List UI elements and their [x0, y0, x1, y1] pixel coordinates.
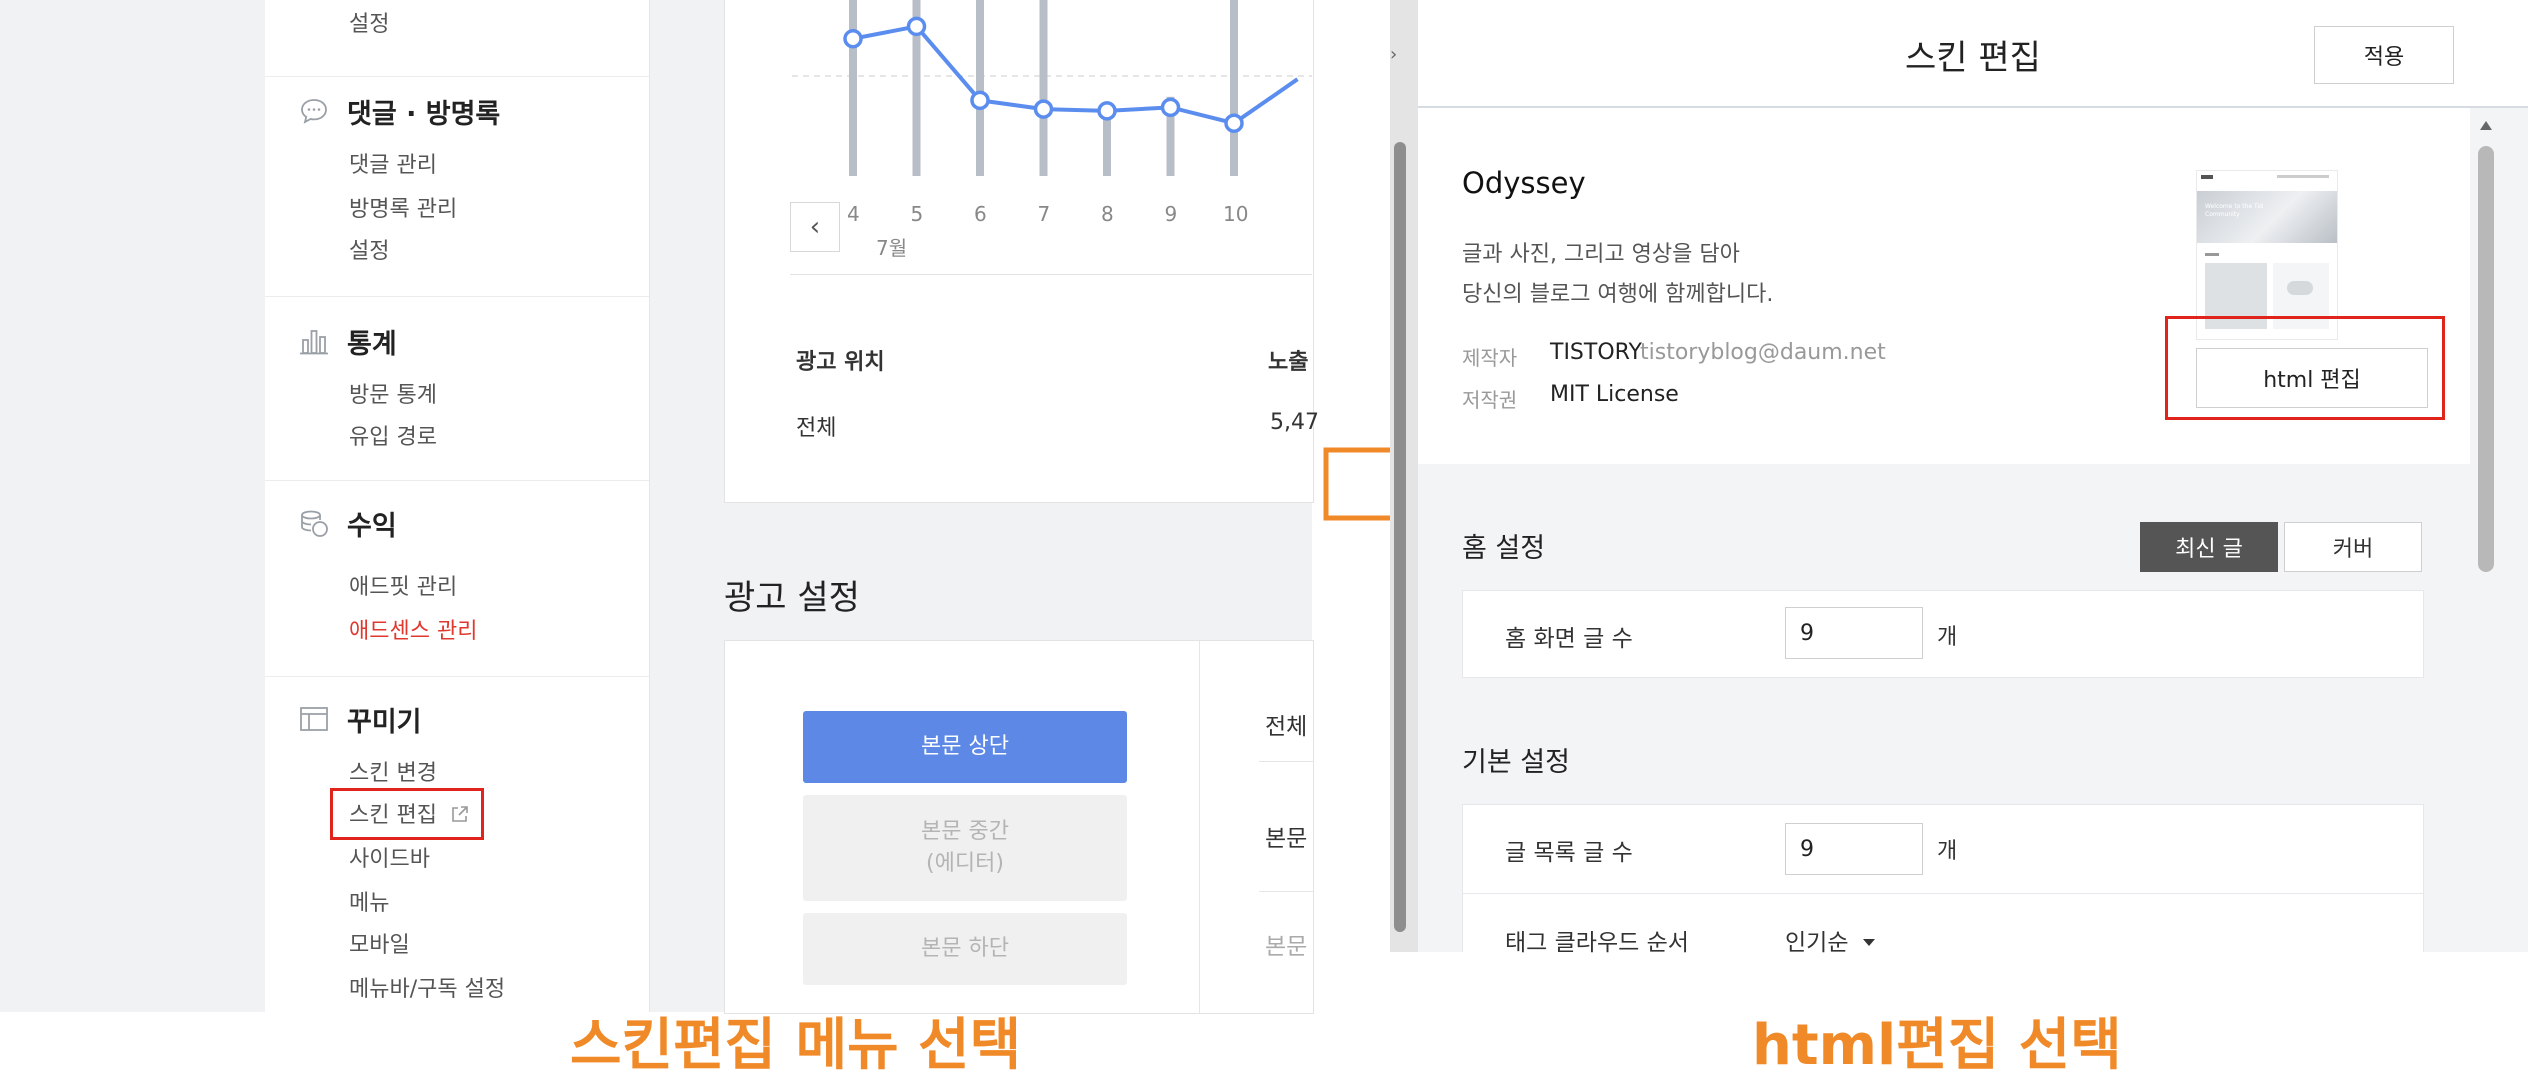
sidebar-item-comment-manage[interactable]: 댓글 관리 [349, 147, 437, 179]
chart-x-tick: 5 [910, 202, 924, 226]
tag-order-value: 인기순 [1785, 930, 1849, 956]
chart-x-tick: 7 [1037, 202, 1051, 226]
chart-x-tick: 10 [1223, 202, 1249, 226]
sidebar-item-adfit[interactable]: 애드핏 관리 [349, 569, 457, 601]
apply-button[interactable]: 적용 [2314, 26, 2454, 84]
chart-x-tick: 6 [974, 202, 987, 226]
theme-description-1: 글과 사진, 그리고 영상을 담아 [1462, 242, 1740, 267]
sidebar-section-decorate: 꾸미기 스킨 변경 스킨 편집 사이드바 메뉴 모바일 메뉴바/구독 설정 [265, 676, 649, 1002]
chart-divider [790, 274, 1312, 275]
ad-position-middle-button[interactable]: 본문 중간 (에디터) [803, 795, 1127, 901]
ad-position-top-button[interactable]: 본문 상단 [803, 711, 1127, 783]
chart-x-tick: 9 [1164, 202, 1178, 226]
author-label: 제작자 [1462, 346, 1518, 370]
ad-table-row-value: 5,47 [1270, 410, 1319, 435]
home-count-label: 홈 화면 글 수 [1505, 626, 1633, 652]
sidebar-item-visit-stats[interactable]: 방문 통계 [349, 377, 437, 409]
chart-x-tick: 8 [1101, 202, 1114, 226]
chart-x-tick: 4 [847, 202, 860, 226]
sidebar-section-stats: 통계 방문 통계 유입 경로 [265, 296, 649, 450]
sidebar-section-title[interactable]: 수익 [347, 504, 397, 543]
sidebar-item-sidebar[interactable]: 사이드바 [349, 841, 430, 873]
toggle-cover[interactable]: 커버 [2284, 522, 2422, 572]
author-name: TISTORY [1550, 340, 1642, 365]
chart-bar [849, 0, 857, 176]
sidebar-item-skin-change[interactable]: 스킨 변경 [349, 755, 437, 787]
chart-point[interactable] [1097, 101, 1117, 121]
license-label: 저작권 [1462, 388, 1518, 412]
sidebar-section-title[interactable]: 꾸미기 [347, 700, 422, 739]
basic-settings-title: 기본 설정 [1462, 747, 1570, 778]
skin-edit-header: 스킨 편집 적용 [1418, 0, 2528, 108]
speech-bubble-icon [301, 99, 327, 124]
chart-point[interactable] [970, 90, 990, 111]
ad-settings-title: 광고 설정 [724, 578, 860, 618]
theme-name: Odyssey [1462, 166, 1586, 200]
html-edit-highlight [2165, 316, 2445, 420]
license-value: MIT License [1550, 382, 1679, 407]
chevron-right-icon[interactable]: › [1390, 44, 1397, 65]
ad-right-label-body-2: 본문 [1265, 934, 1308, 960]
theme-thumbnail: Welcome to the Tid Community [2196, 170, 2338, 340]
sidebar-section-comments: 댓글 · 방명록 댓글 관리 방명록 관리 설정 [265, 76, 649, 264]
editor-left-strip [1390, 0, 1418, 952]
sidebar-item-guestbook-manage[interactable]: 방명록 관리 [349, 191, 457, 223]
sidebar-item-settings-top[interactable]: 설정 [349, 6, 389, 38]
thumbnail-heading: Welcome to the Tid Community [2205, 203, 2263, 218]
list-count-label: 글 목록 글 수 [1505, 840, 1633, 866]
chart-prev-button[interactable]: ‹ [790, 202, 840, 252]
sidebar-item-adsense[interactable]: 애드센스 관리 [349, 613, 477, 645]
ad-settings-card: 본문 상단 본문 중간 (에디터) 본문 하단 전체 본문 본문 [724, 640, 1314, 1014]
editor-scroll-thumb[interactable] [2478, 146, 2494, 572]
sidebar-section-title[interactable]: 통계 [347, 322, 397, 361]
layout-icon [300, 707, 328, 731]
tag-order-select[interactable]: 인기순 [1785, 923, 1876, 957]
bar-chart-icon [300, 330, 328, 355]
sidebar-item-menubar-subscribe[interactable]: 메뉴바/구독 설정 [349, 971, 505, 1003]
theme-description-2: 당신의 블로그 여행에 함께합니다. [1462, 282, 1774, 307]
admin-sidebar: 설정 댓글 · 방명록 댓글 관리 방명록 관리 설정 통계 방문 통계 유입 … [265, 0, 650, 1012]
home-count-unit: 개 [1937, 625, 1958, 650]
caption-left: 스킨편집 메뉴 선택 [570, 1013, 1022, 1078]
home-count-row: 홈 화면 글 수 9 개 [1462, 590, 2424, 678]
author-email: tistoryblog@daum.net [1640, 340, 1886, 365]
caret-down-icon [1862, 939, 1875, 946]
skin-edit-highlight [330, 788, 484, 840]
chart-point[interactable] [843, 28, 863, 49]
sidebar-item-mobile[interactable]: 모바일 [349, 927, 410, 959]
chart-point[interactable] [1033, 99, 1054, 119]
tag-order-label: 태그 클라우드 순서 [1505, 930, 1689, 956]
sidebar-item-menu[interactable]: 메뉴 [349, 885, 389, 917]
ad-table-row-label: 전체 [796, 416, 837, 441]
sidebar-item-referrer[interactable]: 유입 경로 [349, 419, 437, 451]
chart-point[interactable] [1160, 97, 1181, 118]
home-settings-title: 홈 설정 [1462, 533, 1546, 564]
ad-position-bottom-button[interactable]: 본문 하단 [803, 913, 1127, 985]
chart-point[interactable] [906, 16, 927, 37]
coins-icon [301, 510, 328, 537]
left-scroll-thumb[interactable] [1394, 142, 1406, 932]
caption-right: html편집 선택 [1752, 1013, 2122, 1078]
ad-right-label-body: 본문 [1265, 826, 1308, 852]
sidebar-section-revenue: 수익 애드핏 관리 애드센스 관리 [265, 480, 649, 644]
chart-bar [976, 0, 984, 176]
ad-table-header-impressions: 노출 [1268, 350, 1309, 375]
sidebar-item-comment-settings[interactable]: 설정 [349, 233, 389, 265]
chart-month-label: 7월 [876, 236, 908, 260]
ad-table-header-position: 광고 위치 [796, 350, 885, 375]
chart-bar [1039, 0, 1048, 176]
list-count-unit: 개 [1937, 839, 1958, 864]
impressions-line-chart [792, 0, 1312, 176]
chart-bar [1230, 0, 1238, 176]
toggle-latest-posts[interactable]: 최신 글 [2140, 522, 2278, 572]
home-count-input[interactable]: 9 [1785, 607, 1923, 659]
chart-bar [1103, 114, 1111, 176]
basic-settings-box: 글 목록 글 수 9 개 태그 클라우드 순서 인기순 [1462, 804, 2424, 956]
chart-point[interactable] [1224, 113, 1244, 133]
sidebar-section-title[interactable]: 댓글 · 방명록 [347, 92, 500, 131]
ad-right-label-all: 전체 [1265, 714, 1308, 740]
scroll-up-icon[interactable] [2478, 118, 2494, 132]
list-count-input[interactable]: 9 [1785, 823, 1923, 875]
